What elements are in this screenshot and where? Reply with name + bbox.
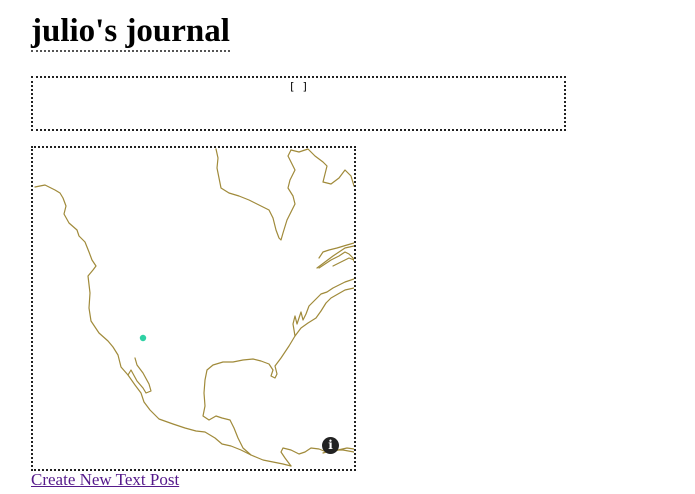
nova-scotia (332, 257, 354, 267)
mexico-gulf-coastline (202, 287, 354, 456)
hudson-bay-coastline (215, 148, 296, 241)
page-title: julio's journal (31, 12, 230, 52)
maritimes-coastline (318, 251, 354, 269)
map-view[interactable]: i (31, 146, 356, 471)
journal-page: julio's journal [ ] i Create New Text Po… (0, 0, 695, 494)
gulf-coastline (280, 447, 354, 467)
baja-coastline (127, 357, 152, 394)
location-marker[interactable] (139, 334, 147, 342)
map-canvas[interactable] (33, 148, 354, 469)
create-text-post-link[interactable]: Create New Text Post (31, 470, 179, 490)
info-icon[interactable]: i (322, 437, 339, 454)
labrador-east (318, 242, 354, 259)
posts-panel-content: [ ] (288, 80, 309, 93)
posts-panel: [ ] (31, 76, 566, 131)
pacific-coastline (34, 184, 292, 467)
labrador-coastline (290, 148, 354, 187)
